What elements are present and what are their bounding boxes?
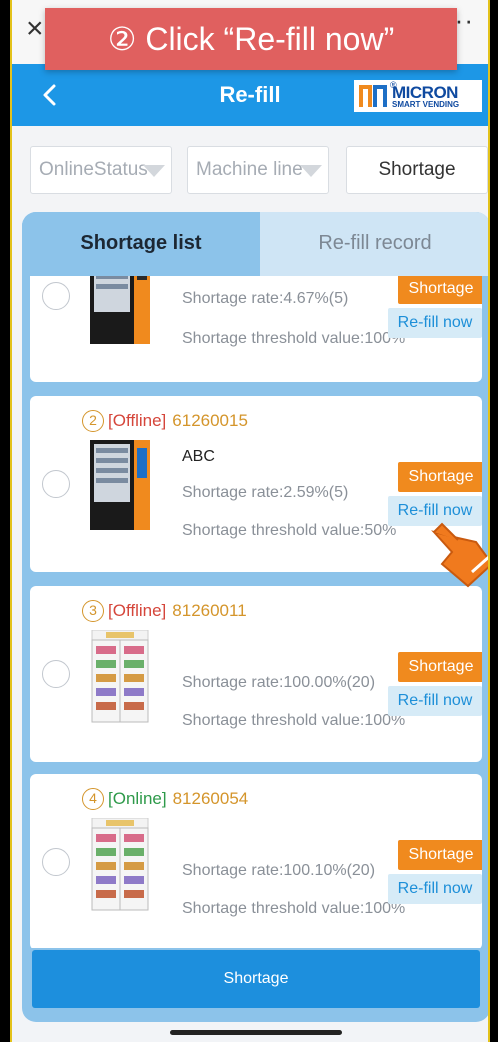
pointing-hand-icon [431, 522, 488, 588]
machine-line-placeholder: Machine line [196, 159, 303, 180]
shortage-button[interactable]: Shortage [398, 840, 482, 870]
machine-id: 61260015 [172, 411, 248, 430]
shortage-threshold: Shortage threshold value:50% [182, 522, 397, 539]
logo-subtitle: SMART VENDING [392, 99, 460, 109]
tab-shortage-list[interactable]: Shortage list [22, 212, 260, 276]
online-status-placeholder: OnlineStatus [39, 159, 148, 180]
phone-screen: × ·· Re-fill ® MICRON SMART VENDING Onli… [10, 0, 490, 1042]
item-index: 2 [82, 410, 104, 432]
shortage-submit-button[interactable]: Shortage [32, 950, 480, 1008]
close-icon[interactable]: × [26, 14, 44, 44]
machine-line-select[interactable]: Machine line [187, 146, 329, 194]
shortage-rate: Shortage rate:4.67%(5) [182, 290, 349, 307]
fridge-machine-image [91, 630, 149, 723]
home-indicator [170, 1030, 342, 1035]
list-item: Shortage rate:4.67%(5) Shortage threshol… [30, 276, 482, 382]
shortage-rate: Shortage rate:2.59%(5) [182, 484, 349, 501]
machine-header: 2 [Offline] 61260015 [82, 410, 248, 432]
dropdown-arrow-icon [143, 165, 165, 177]
refill-now-button[interactable]: Re-fill now [388, 686, 482, 716]
fridge-machine-image [91, 818, 149, 911]
list-item: 4 [Online] 81260054 Shortage rate:100.10… [30, 774, 482, 948]
logo-mark-icon [359, 85, 387, 107]
app-header: Re-fill ® MICRON SMART VENDING [12, 64, 488, 126]
more-icon[interactable]: ·· [455, 7, 474, 33]
shortage-threshold: Shortage threshold value:100% [182, 900, 406, 917]
refill-now-button[interactable]: Re-fill now [388, 874, 482, 904]
vending-machine-image [90, 276, 150, 344]
filter-bar: OnlineStatus Machine line Shortage [12, 126, 488, 212]
item-index: 4 [82, 788, 104, 810]
shortage-filter-button[interactable]: Shortage [346, 146, 488, 194]
tab-refill-record[interactable]: Re-fill record [260, 212, 488, 276]
vending-machine-image [90, 440, 150, 530]
shortage-threshold: Shortage threshold value:100% [182, 330, 406, 347]
list-item: 3 [Offline] 81260011 Shortage rate:100.0… [30, 586, 482, 762]
machine-name: ABC [182, 448, 215, 465]
refill-now-button[interactable]: Re-fill now [388, 308, 482, 338]
shortage-button[interactable]: Shortage [398, 276, 482, 304]
logo-registered-mark: ® [390, 80, 397, 90]
dropdown-arrow-icon [300, 165, 322, 177]
shortage-threshold: Shortage threshold value:100% [182, 712, 406, 729]
select-radio[interactable] [42, 660, 70, 688]
status-badge: [Offline] [108, 411, 167, 430]
shortage-rate: Shortage rate:100.00%(20) [182, 674, 376, 691]
logo-name: MICRON [392, 82, 458, 102]
shortage-button[interactable]: Shortage [398, 652, 482, 682]
item-index: 3 [82, 600, 104, 622]
machine-header: 4 [Online] 81260054 [82, 788, 248, 810]
instruction-banner: ② Click “Re-fill now” [45, 8, 457, 70]
micron-logo: ® MICRON SMART VENDING [354, 80, 482, 112]
select-radio[interactable] [42, 282, 70, 310]
machine-id: 81260054 [172, 789, 249, 808]
status-badge: [Offline] [108, 601, 167, 620]
select-radio[interactable] [42, 470, 70, 498]
shortage-rate: Shortage rate:100.10%(20) [182, 862, 376, 879]
select-radio[interactable] [42, 848, 70, 876]
machine-id: 81260011 [172, 601, 247, 620]
machine-header: 3 [Offline] 81260011 [82, 600, 247, 622]
status-badge: [Online] [108, 789, 167, 808]
shortage-button[interactable]: Shortage [398, 462, 482, 492]
shortage-list: Shortage rate:4.67%(5) Shortage threshol… [30, 276, 482, 948]
online-status-select[interactable]: OnlineStatus [30, 146, 172, 194]
